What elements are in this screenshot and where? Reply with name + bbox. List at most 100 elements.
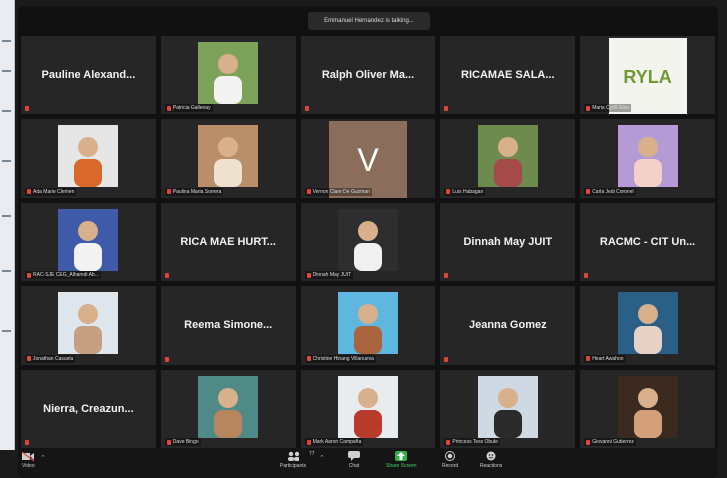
muted-mic-icon [586,105,591,111]
record-button[interactable]: Record [442,451,458,469]
participants-count: 77 [309,451,315,457]
participant-tile[interactable]: Patricia Gallenay [160,36,296,115]
video-button[interactable]: Video [22,451,35,469]
participant-name: Luis Habagan [452,188,484,195]
participant-video [58,125,119,188]
participant-tile[interactable]: Luis Habagan [440,119,576,198]
participant-video [58,292,119,355]
participant-tile[interactable]: Dinnah May JUIT [440,202,576,282]
participant-caption: Paulina Maria Sorrera [164,187,224,196]
muted-mic-icon [166,189,171,195]
muted-mic-icon [27,189,31,195]
participant-caption: Princess Tess Obule [444,438,500,446]
participant-tile[interactable]: Mark Aaron Campaña [300,369,436,448]
participant-name: Vernon Clare De Guzman [312,188,370,195]
muted-mic-icon [304,106,309,112]
participant-name: RACMC - CIT Un... [599,235,696,248]
chat-button[interactable]: Chat [348,451,360,469]
share-screen-label: Share Screen [386,463,417,469]
share-screen-button[interactable]: Share Screen [386,451,417,469]
strip-mark [2,110,11,112]
chat-label: Chat [348,463,360,469]
participants-button[interactable]: Participants [280,451,306,469]
muted-mic-icon [446,189,451,195]
participant-name: RAC-SJE CEG_Alhamdi Ab... [33,272,99,279]
participant-tile[interactable]: Heart Awahon [580,286,715,365]
participant-video [198,42,259,104]
participant-name: Nierra, Creazun... [43,402,134,415]
participant-caption: Luis Habagan [444,187,486,196]
participant-name: Carla Jedi Coronel [592,188,634,195]
participant-caption: Heart Awahon [584,354,626,363]
participant-tile[interactable]: RICA MAE HURT... [160,202,296,282]
share-screen-icon [395,451,408,461]
camera-icon [22,451,35,461]
strip-mark [2,270,11,272]
participant-tile[interactable]: Jonathan Casuela [21,286,156,365]
participant-name: Heart Awahon [592,355,624,362]
participant-tile[interactable]: Ralph Oliver Ma... [300,36,436,115]
participant-video [477,375,538,438]
participant-name: Jonathan Casuela [33,355,74,362]
participant-caption: Ada Marie Clemen [25,187,77,196]
participant-tile[interactable]: RYLA Maria Cyrill Ginu [580,36,715,115]
participant-tile[interactable]: V Vernon Clare De Guzman [300,119,436,198]
participant-caption: RAC-SJE CEG_Alhamdi Ab... [25,271,101,280]
strip-mark [2,330,11,332]
meeting-window: Emmanuel Hernandez is talking... Pauline… [18,6,718,478]
participant-name: RICAMAE SALA... [461,69,555,82]
record-icon [444,451,456,461]
video-label: Video [22,463,35,469]
reactions-button[interactable]: Reactions [480,451,502,469]
participants-icon [287,451,300,461]
muted-mic-icon [306,439,311,445]
participant-tile[interactable]: Carla Jedi Coronel [580,119,715,198]
participant-caption: Christine Hinang Villanueva [304,354,376,363]
muted-mic-icon [584,273,589,279]
participant-name: Pauline Alexand... [41,69,136,82]
participant-tile[interactable]: RICAMAE SALA... [440,36,576,115]
participant-tile[interactable]: Paulina Maria Sorrera [160,119,296,198]
participant-tile[interactable]: Ada Marie Clemen [21,119,156,198]
participant-tile[interactable]: Jeanna Gomez [440,286,576,365]
participant-video [617,292,678,355]
participant-name: Princess Tess Obule [452,439,498,445]
muted-mic-icon [166,439,171,445]
participant-name: Paulina Maria Sorrera [172,188,222,195]
participant-caption: Patricia Gallenay [164,104,213,113]
participant-tile[interactable]: Christine Hinang Villanueva [300,286,436,365]
muted-mic-icon [586,189,591,195]
video-chevron-icon[interactable]: ⌃ [40,454,46,462]
participant-name: Dave Bingo [172,439,199,445]
participant-name: Ada Marie Clemen [33,188,75,195]
participant-tile[interactable]: RACMC - CIT Un... [580,202,715,282]
meeting-toolbar: Video ⌃ Participants 77 ⌃ Chat Share Scr… [18,448,718,478]
participant-video [617,125,678,188]
participant-video [198,125,259,188]
avatar-letter: V [357,141,379,178]
participant-name: Jeanna Gomez [468,319,547,332]
participant-video [337,208,398,271]
participant-caption: Jonathan Casuela [25,354,76,363]
participant-tile[interactable]: Nierra, Creazun... [21,369,156,448]
participant-name: Maria Cyrill Ginu [592,105,630,112]
record-label: Record [442,463,459,469]
participant-tile[interactable]: RAC-SJE CEG_Alhamdi Ab... [21,202,156,282]
participant-caption: Giovanni Gutierrez [584,438,636,446]
muted-mic-icon [306,356,311,362]
participant-tile[interactable]: Reema Simone... [160,286,296,365]
muted-mic-icon [306,189,311,195]
participant-tile[interactable]: Pauline Alexand... [21,36,156,115]
participants-chevron-icon[interactable]: ⌃ [319,454,325,462]
participant-tile[interactable]: Dinnah May JUIT [300,202,436,282]
background-window-edge [0,0,15,450]
participant-tile[interactable]: Dave Bingo [160,369,296,448]
muted-mic-icon [164,273,169,279]
participant-tile[interactable]: Giovanni Gutierrez [580,369,715,448]
participant-video [477,125,538,188]
strip-mark [2,70,11,72]
participant-caption: Dave Bingo [164,438,201,446]
participant-tile[interactable]: Princess Tess Obule [440,369,576,448]
chat-icon [348,451,360,461]
participant-name: Reema Simone... [184,319,273,332]
